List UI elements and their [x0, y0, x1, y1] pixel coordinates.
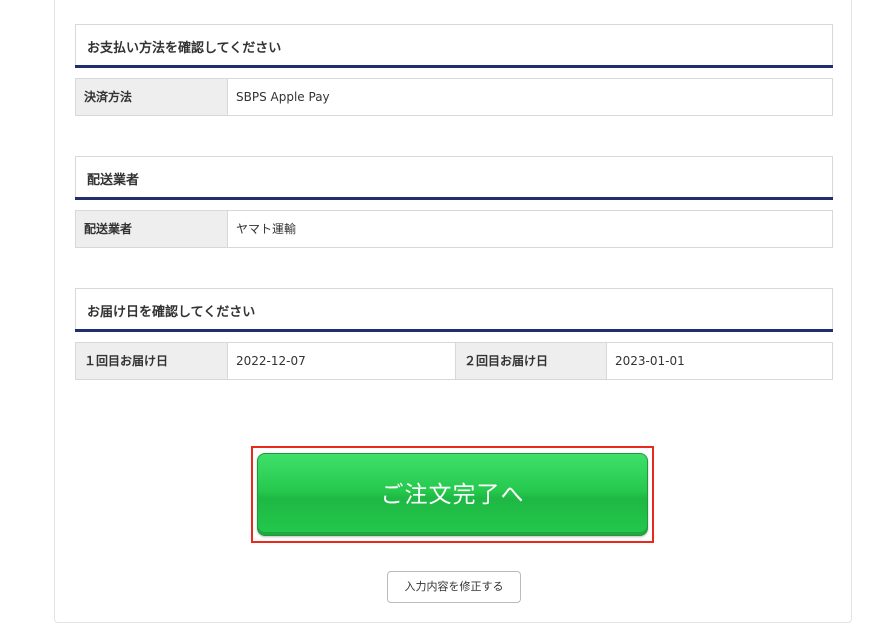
delivery-company-value: ヤマト運輸 [236, 222, 297, 236]
payment-method-label: 決済方法 [76, 79, 227, 115]
complete-order-button[interactable]: ご注文完了へ [257, 453, 648, 536]
payment-method-value: SBPS Apple Pay [236, 90, 330, 104]
delivery-date-row: １回目お届け日 2022-12-07 ２回目お届け日 2023-01-01 [75, 342, 833, 380]
first-delivery-date-value: 2022-12-07 [236, 354, 306, 368]
payment-section-title: お支払い方法を確認してください [87, 41, 282, 56]
delivery-company-section-header: 配送業者 [75, 156, 833, 200]
modify-input-button[interactable]: 入力内容を修正する [387, 571, 521, 603]
delivery-company-row: 配送業者 ヤマト運輸 [75, 210, 833, 248]
delivery-date-section-title: お届け日を確認してください [87, 305, 256, 320]
delivery-company-label: 配送業者 [76, 211, 227, 247]
delivery-date-section-header: お届け日を確認してください [75, 288, 833, 332]
section-underline [75, 329, 833, 332]
payment-section-header: お支払い方法を確認してください [75, 24, 833, 68]
second-delivery-date-label: ２回目お届け日 [456, 343, 606, 379]
delivery-company-section-title: 配送業者 [87, 173, 140, 188]
section-underline [75, 65, 833, 68]
first-delivery-date-label: １回目お届け日 [76, 343, 227, 379]
payment-method-row: 決済方法 SBPS Apple Pay [75, 78, 833, 116]
section-underline [75, 197, 833, 200]
second-delivery-date-value: 2023-01-01 [615, 354, 685, 368]
